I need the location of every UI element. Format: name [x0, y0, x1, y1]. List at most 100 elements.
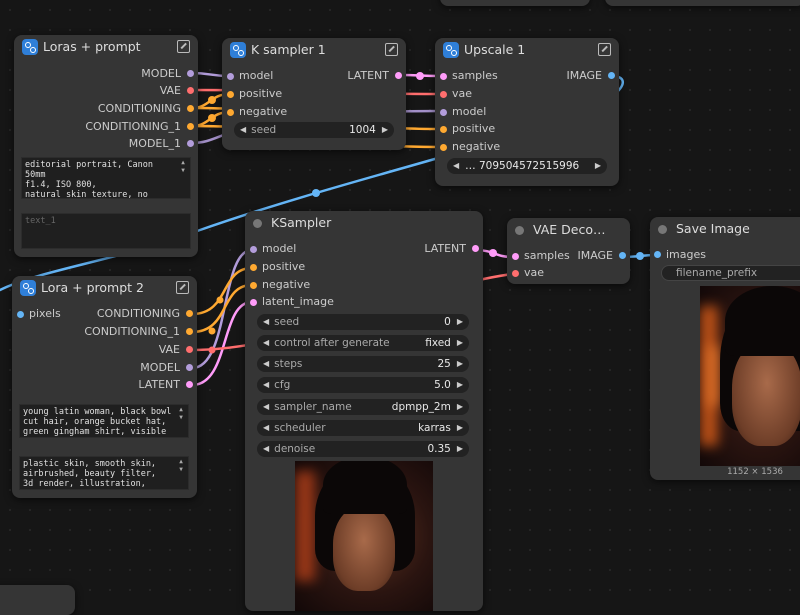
- input-pixels-dot[interactable]: [17, 311, 24, 318]
- input-positive-dot[interactable]: [250, 264, 257, 271]
- image-size-label: 1152 × 1536: [727, 467, 783, 477]
- increment-icon[interactable]: ▶: [457, 420, 463, 436]
- expand-icon[interactable]: [598, 43, 611, 56]
- scheduler-widget[interactable]: ◀ scheduler karras ▶: [257, 420, 469, 436]
- filename-prefix-field[interactable]: filename_prefix: [661, 265, 800, 281]
- prompt-textarea[interactable]: editorial portrait, Canon 50mm f1.4, ISO…: [21, 157, 191, 199]
- input-positive-dot[interactable]: [440, 126, 447, 133]
- output-latent-dot[interactable]: [395, 72, 402, 79]
- input-negative: negative: [452, 140, 501, 153]
- output-conditioning-dot[interactable]: [186, 310, 193, 317]
- widget-label: seed: [274, 316, 300, 328]
- output-conditioning-1: CONDITIONING_1: [85, 120, 181, 133]
- output-image-dot[interactable]: [619, 252, 626, 259]
- input-images-dot[interactable]: [654, 251, 661, 258]
- scroll-arrows-icon[interactable]: ▲ ▼: [176, 406, 186, 422]
- increment-icon[interactable]: ▶: [457, 441, 463, 457]
- output-image: IMAGE: [566, 69, 602, 82]
- text-1-textarea[interactable]: text_1: [21, 213, 191, 249]
- partial-node-top-2[interactable]: [605, 0, 800, 6]
- widget-value: 0.35: [427, 443, 451, 455]
- input-vae-dot[interactable]: [440, 91, 447, 98]
- node-title[interactable]: KSampler: [245, 211, 483, 235]
- output-model-dot[interactable]: [186, 364, 193, 371]
- node-title-text: Upscale 1: [464, 42, 526, 57]
- output-model-dot[interactable]: [187, 70, 194, 77]
- node-title[interactable]: VAE Deco…: [507, 218, 630, 242]
- expand-icon[interactable]: [176, 281, 189, 294]
- input-samples-dot[interactable]: [512, 253, 519, 260]
- preview-image[interactable]: [295, 461, 433, 611]
- node-k-sampler-1[interactable]: K sampler 1 model positive negative LATE…: [222, 38, 406, 150]
- sampler-name-widget[interactable]: ◀ sampler_name dpmpp_2m ▶: [257, 399, 469, 415]
- node-lora-prompt-2[interactable]: Lora + prompt 2 pixels CONDITIONING COND…: [12, 276, 197, 498]
- node-title[interactable]: Lora + prompt 2: [12, 276, 197, 300]
- input-positive-dot[interactable]: [227, 91, 234, 98]
- input-samples-dot[interactable]: [440, 73, 447, 80]
- expand-icon[interactable]: [385, 43, 398, 56]
- node-title[interactable]: Loras + prompt: [14, 35, 198, 59]
- increment-icon[interactable]: ▶: [382, 122, 388, 138]
- node-title-text: Save Image: [676, 221, 750, 236]
- node-ksampler[interactable]: KSampler model positive negative latent_…: [245, 211, 483, 611]
- increment-icon[interactable]: ▶: [457, 314, 463, 330]
- increment-icon[interactable]: ▶: [457, 335, 463, 351]
- increment-icon[interactable]: ▶: [595, 158, 601, 174]
- subgraph-icon: [22, 39, 38, 55]
- input-negative-dot[interactable]: [250, 282, 257, 289]
- input-latent-image-dot[interactable]: [250, 299, 257, 306]
- scroll-arrows-icon[interactable]: ▲ ▼: [176, 458, 186, 474]
- increment-icon[interactable]: ▶: [457, 356, 463, 372]
- widget-label: steps: [274, 358, 303, 370]
- partial-node-top-1[interactable]: [440, 0, 590, 6]
- input-negative-dot[interactable]: [440, 144, 447, 151]
- widget-label: scheduler: [274, 422, 326, 434]
- steps-widget[interactable]: ◀ steps 25 ▶: [257, 356, 469, 372]
- increment-icon[interactable]: ▶: [457, 399, 463, 415]
- input-model-dot[interactable]: [227, 73, 234, 80]
- output-conditioning-1-dot[interactable]: [187, 123, 194, 130]
- node-title[interactable]: Upscale 1: [435, 38, 619, 62]
- output-vae-dot[interactable]: [187, 87, 194, 94]
- widget-value: 0: [444, 316, 451, 328]
- seed-widget[interactable]: ◀ seed 1004 ▶: [234, 122, 394, 138]
- increment-icon[interactable]: ▶: [457, 377, 463, 393]
- widget-value: 25: [437, 358, 451, 370]
- output-conditioning-dot[interactable]: [187, 105, 194, 112]
- node-upscale-1[interactable]: Upscale 1 samples vae model positive neg…: [435, 38, 619, 186]
- output-model-1-dot[interactable]: [187, 140, 194, 147]
- seed-widget[interactable]: ◀ seed 0 ▶: [257, 314, 469, 330]
- control-after-generate-widget[interactable]: ◀ control after generate fixed ▶: [257, 335, 469, 351]
- input-negative: negative: [262, 278, 311, 291]
- output-image-dot[interactable]: [608, 72, 615, 79]
- node-title[interactable]: Save Image: [650, 217, 800, 241]
- output-vae-dot[interactable]: [186, 346, 193, 353]
- node-status-dot-icon: [515, 225, 524, 235]
- node-save-image[interactable]: Save Image images filename_prefix 1152 ×…: [650, 217, 800, 480]
- denoise-widget[interactable]: ◀ denoise 0.35 ▶: [257, 441, 469, 457]
- node-vae-decode[interactable]: VAE Deco… samples vae IMAGE: [507, 218, 630, 284]
- node-title[interactable]: K sampler 1: [222, 38, 406, 62]
- widget-value: karras: [418, 422, 451, 434]
- scroll-arrows-icon[interactable]: ▲ ▼: [178, 159, 188, 175]
- seed-widget[interactable]: ◀… 709504572515996 ▶: [447, 158, 607, 174]
- widget-label: control after generate: [274, 337, 390, 349]
- output-latent-dot[interactable]: [186, 381, 193, 388]
- positive-prompt-textarea[interactable]: young latin woman, black bowl cut hair, …: [19, 404, 189, 438]
- partial-node-bottom[interactable]: [0, 585, 75, 615]
- widget-label: seed: [251, 124, 277, 136]
- saved-image-preview[interactable]: [700, 286, 800, 466]
- output-conditioning-1-dot[interactable]: [186, 328, 193, 335]
- node-loras-prompt[interactable]: Loras + prompt MODEL VAE CONDITIONING CO…: [14, 35, 198, 257]
- cfg-widget[interactable]: ◀ cfg 5.0 ▶: [257, 377, 469, 393]
- input-negative-dot[interactable]: [227, 109, 234, 116]
- output-latent: LATENT: [138, 378, 180, 391]
- input-vae-dot[interactable]: [512, 270, 519, 277]
- negative-prompt-textarea[interactable]: plastic skin, smooth skin, airbrushed, b…: [19, 456, 189, 490]
- expand-icon[interactable]: [177, 40, 190, 53]
- text-1-placeholder: text_1: [25, 216, 56, 226]
- input-model-dot[interactable]: [440, 109, 447, 116]
- output-latent-dot[interactable]: [472, 245, 479, 252]
- input-model-dot[interactable]: [250, 246, 257, 253]
- subgraph-icon: [230, 42, 246, 58]
